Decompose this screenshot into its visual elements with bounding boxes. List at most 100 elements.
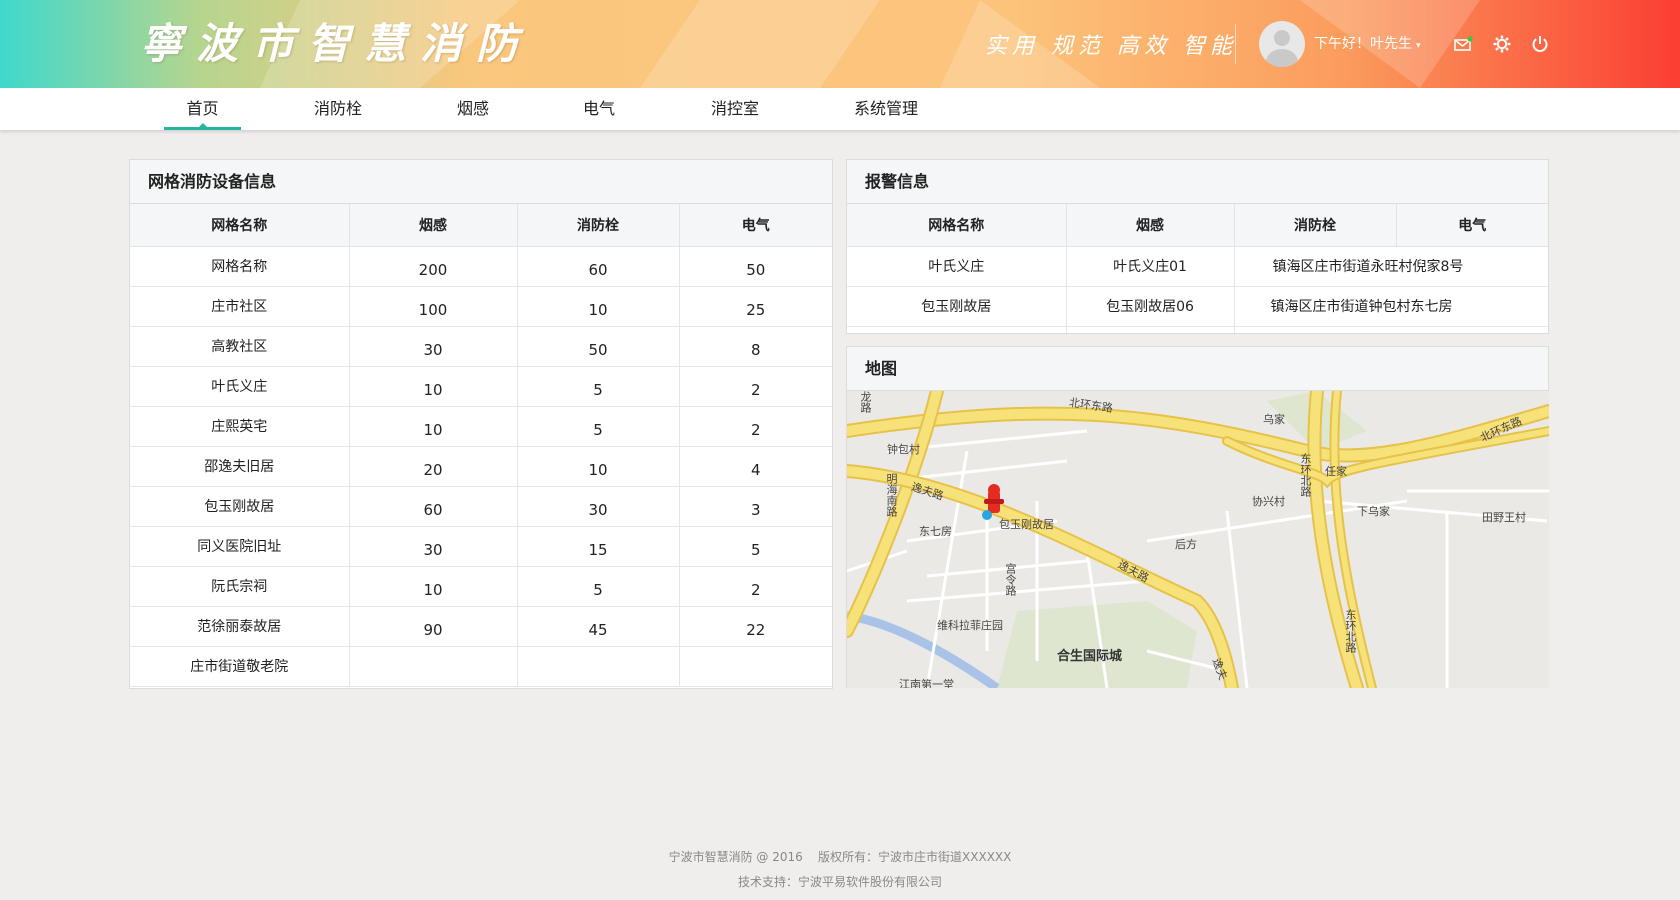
cell-count: [349, 646, 518, 687]
cell-grid-name: 叶氏义庄: [847, 246, 1067, 287]
grid-device-panel: 网格消防设备信息 网格名称 烟感 消防栓 电气 网格名称 200 60 50 庄市社区 1…: [129, 159, 833, 689]
table-row[interactable]: 包玉刚故居 包玉刚故居06 镇海区庄市街道钟包村东七房: [847, 286, 1548, 327]
map-place-label: 后方: [1175, 538, 1197, 551]
map-place-label: 协兴村: [1252, 495, 1285, 508]
column-header[interactable]: 电气: [1396, 204, 1548, 247]
table-row[interactable]: 网格名称 200 60 50: [130, 246, 832, 287]
cell-count: [679, 646, 832, 687]
avatar-head-shape: [1274, 30, 1290, 46]
header-divider: [1235, 24, 1236, 64]
cell-count: 60: [517, 246, 680, 287]
table-row[interactable]: 庄熙英宅 10 5 2: [130, 406, 832, 447]
cell-count: 25: [679, 286, 832, 327]
map-place-label: 东七房: [919, 525, 952, 538]
settings-gear-icon[interactable]: [1492, 34, 1512, 54]
cell-count: 2: [679, 366, 832, 407]
nav-item-electric[interactable]: 电气: [566, 88, 632, 130]
map-panel: 地图 北环东路 北环东路 乌家 东环北路 任家 钟包村 明海南路 龙路 逸夫路 …: [846, 346, 1549, 688]
map-poi-label: 包玉刚故居: [999, 518, 1054, 531]
table-row[interactable]: 叶氏义庄 10 5 2: [130, 366, 832, 407]
column-header[interactable]: 电气: [679, 204, 832, 247]
slogan-word: 智能: [1183, 34, 1238, 59]
table-row[interactable]: 高教社区 30 50 8: [130, 326, 832, 367]
cell-count: 4: [679, 446, 832, 487]
column-header[interactable]: 烟感: [349, 204, 518, 247]
cell-device: 叶氏义庄01: [1066, 246, 1235, 287]
slogan-word: 规范: [1051, 34, 1106, 59]
cell-count: 3: [679, 486, 832, 527]
cell-grid-name: 庄市街道敬老院: [130, 646, 350, 687]
footer-copyright: 宁波市智慧消防 @ 2016 版权所有：宁波市庄市街道XXXXXX: [668, 850, 1012, 864]
map-road-label: 龙路: [859, 391, 872, 413]
map-road-label: 明海南路: [885, 473, 898, 517]
nav-item-system[interactable]: 系统管理: [846, 88, 926, 130]
cell-count: 15: [517, 526, 680, 567]
table-row[interactable]: 邵逸夫旧居 20 10 4: [130, 446, 832, 487]
cell-grid-name: 网格名称: [130, 246, 350, 287]
cell-grid-name: 叶氏义庄: [130, 366, 350, 407]
panel-title: 地图: [847, 347, 1548, 391]
cell-count: 2: [679, 566, 832, 607]
table-row[interactable]: 范徐丽泰故居 90 45 22: [130, 606, 832, 647]
table-row[interactable]: 叶氏义庄 叶氏义庄01 镇海区庄市街道永旺村倪家8号: [847, 246, 1548, 287]
table-row[interactable]: 包玉刚故居 60 30 3: [130, 486, 832, 527]
cell-count: 5: [679, 526, 832, 567]
cell-grid-name: 包玉刚故居: [130, 486, 350, 527]
map-road-label: 东环北路: [1299, 453, 1312, 497]
map-place-label: 下乌家: [1357, 505, 1390, 518]
table-header-row: 网格名称 烟感 消防栓 电气: [130, 204, 832, 247]
cell-count: 20: [349, 446, 518, 487]
map-place-label: 田野王村: [1482, 511, 1526, 524]
nav-item-smoke[interactable]: 烟感: [440, 88, 506, 130]
cell-address: 镇海区庄市街道永旺村倪家8号: [1234, 246, 1548, 287]
cell-count: 30: [349, 326, 518, 367]
cell-count: 10: [349, 566, 518, 607]
greeting-text: 下午好！叶先生: [1314, 36, 1412, 52]
cell-count: 30: [517, 486, 680, 527]
avatar[interactable]: [1259, 21, 1305, 67]
cell-grid-name: 邵逸夫旧居: [130, 446, 350, 487]
main-nav: 首页 消防栓 烟感 电气 消控室 系统管理: [0, 88, 1680, 130]
cell-grid-name: 同义医院旧址: [130, 526, 350, 567]
map-poi-label: 维科拉菲庄园: [937, 619, 1003, 632]
table-row[interactable]: 同义医院旧址 30 15 5: [130, 526, 832, 567]
chevron-down-icon: ▾: [1416, 41, 1421, 51]
map-poi-label: 江南第一堂: [899, 678, 954, 688]
cell-count: 10: [349, 366, 518, 407]
table-row[interactable]: 庄市社区 100 10 25: [130, 286, 832, 327]
user-greeting-dropdown[interactable]: 下午好！叶先生 ▾: [1314, 33, 1421, 53]
app-logo: 寧波市智慧消防: [140, 19, 533, 68]
alarm-panel: 报警信息 网格名称 烟感 消防栓 电气 叶氏义庄 叶氏义庄01 镇海区庄市街道永…: [846, 159, 1549, 334]
table-header-row: 网格名称 烟感 消防栓 电气: [847, 204, 1548, 247]
alarm-table: 网格名称 烟感 消防栓 电气 叶氏义庄 叶氏义庄01 镇海区庄市街道永旺村倪家8…: [847, 204, 1548, 333]
nav-item-control-room[interactable]: 消控室: [700, 88, 770, 130]
mail-icon[interactable]: [1453, 34, 1473, 54]
cell-count: 50: [517, 326, 680, 367]
nav-item-home[interactable]: 首页: [164, 88, 241, 130]
avatar-body-shape: [1266, 49, 1298, 67]
table-row[interactable]: 庄市街道敬老院: [130, 646, 832, 687]
column-header[interactable]: 网格名称: [130, 204, 350, 247]
slogan-word: 实用: [985, 34, 1040, 59]
map-place-label: 钟包村: [887, 443, 920, 456]
column-header[interactable]: 烟感: [1066, 204, 1235, 247]
cell-grid-name: 包玉刚故居: [847, 286, 1067, 327]
column-header[interactable]: 消防栓: [1234, 204, 1397, 247]
nav-item-hydrant[interactable]: 消防栓: [302, 88, 374, 130]
cell-count: 10: [517, 286, 680, 327]
cell-count: 60: [349, 486, 518, 527]
slogan: 实用 规范 高效 智能: [985, 28, 1249, 60]
cell-count: 5: [517, 406, 680, 447]
table-row[interactable]: 阮氏宗祠 10 5 2: [130, 566, 832, 607]
cell-device: 包玉刚故居06: [1066, 286, 1235, 327]
column-header[interactable]: 消防栓: [517, 204, 680, 247]
map-view[interactable]: 北环东路 北环东路 乌家 东环北路 任家 钟包村 明海南路 龙路 逸夫路 协兴村…: [847, 391, 1549, 688]
cell-count: 2: [679, 406, 832, 447]
cell-grid-name: 庄市社区: [130, 286, 350, 327]
column-header[interactable]: 网格名称: [847, 204, 1067, 247]
power-icon[interactable]: [1530, 34, 1550, 54]
map-place-label: 任家: [1325, 465, 1347, 478]
map-poi-label: 合生国际城: [1057, 649, 1123, 664]
cell-count: 22: [679, 606, 832, 647]
cell-grid-name: 庄熙英宅: [130, 406, 350, 447]
